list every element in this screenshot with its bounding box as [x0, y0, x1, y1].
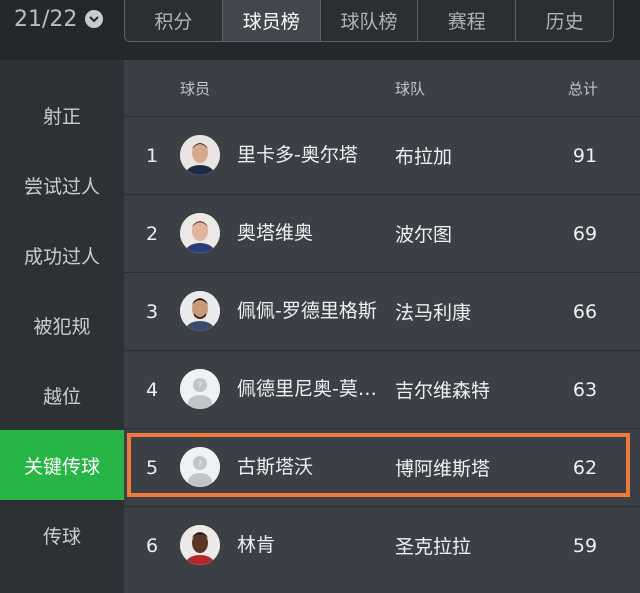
player-name: 古斯塔沃 — [237, 456, 314, 478]
total-value: 66 — [572, 300, 598, 323]
player-avatar — [180, 135, 220, 175]
stat-category-sidebar: 射正 尝试过人 成功过人 被犯规 越位 关键传球 传球 — [0, 60, 124, 593]
total-value: 63 — [572, 378, 598, 401]
rank: 3 — [146, 300, 159, 323]
tab-team-rankings[interactable]: 球队榜 — [321, 0, 419, 41]
sidebar-item-dribbles-completed[interactable]: 成功过人 — [0, 220, 124, 290]
player-ranking-table: 球员 球队 总计 1 里卡多-奥尔塔 布拉加 91 2 奥塔维奥 波尔图 69 … — [124, 60, 640, 593]
player-avatar — [180, 525, 220, 565]
player-name: 佩佩-罗德里格斯 — [237, 300, 377, 322]
rank: 6 — [146, 534, 159, 557]
table-row[interactable]: 5 ? 古斯塔沃 博阿维斯塔 62 — [124, 428, 640, 506]
team-name: 博阿维斯塔 — [395, 458, 491, 480]
table-row[interactable]: 1 里卡多-奥尔塔 布拉加 91 — [124, 116, 640, 194]
total-value: 91 — [572, 144, 598, 167]
sidebar-item-key-passes[interactable]: 关键传球 — [0, 430, 124, 500]
sidebar-item-shots-on-target[interactable]: 射正 — [0, 80, 124, 150]
tab-schedule[interactable]: 赛程 — [418, 0, 517, 41]
tab-standings[interactable]: 积分 — [125, 0, 223, 41]
avatar-placeholder-icon: ? — [180, 369, 220, 409]
tab-player-rankings[interactable]: 球员榜 — [222, 0, 321, 41]
column-header-team: 球队 — [395, 80, 426, 98]
player-name: 林肯 — [237, 534, 276, 556]
sidebar-item-passes[interactable]: 传球 — [0, 500, 124, 570]
sidebar-item-dribbles-attempted[interactable]: 尝试过人 — [0, 150, 124, 220]
season-selector[interactable]: 21/22 — [14, 4, 104, 34]
rank: 5 — [146, 456, 159, 479]
tab-history[interactable]: 历史 — [516, 0, 613, 41]
player-name: 奥塔维奥 — [237, 222, 314, 244]
table-row[interactable]: 3 佩佩-罗德里格斯 法马利康 66 — [124, 272, 640, 350]
player-avatar — [180, 213, 220, 253]
chevron-down-icon — [85, 10, 104, 28]
player-name: 佩德里尼奥-莫… — [237, 378, 377, 400]
tab-bar: 积分 球员榜 球队榜 赛程 历史 — [124, 0, 614, 42]
svg-text:?: ? — [198, 459, 202, 468]
team-name: 布拉加 — [395, 146, 453, 168]
player-name: 里卡多-奥尔塔 — [237, 144, 358, 166]
table-row[interactable]: 4 ? 佩德里尼奥-莫… 吉尔维森特 63 — [124, 350, 640, 428]
team-name: 波尔图 — [395, 224, 453, 246]
table-row[interactable]: 6 林肯 圣克拉拉 59 — [124, 506, 640, 584]
table-header: 球员 球队 总计 — [124, 60, 640, 116]
table-row[interactable]: 2 奥塔维奥 波尔图 69 — [124, 194, 640, 272]
column-header-total: 总计 — [568, 80, 599, 98]
avatar-placeholder-icon: ? — [180, 447, 220, 487]
rank: 1 — [146, 144, 159, 167]
sidebar-item-offsides[interactable]: 越位 — [0, 360, 124, 430]
team-name: 法马利康 — [395, 302, 472, 324]
season-label: 21/22 — [14, 6, 78, 32]
player-avatar — [180, 291, 220, 331]
column-header-player: 球员 — [180, 80, 211, 98]
team-name: 圣克拉拉 — [395, 536, 472, 558]
total-value: 59 — [572, 534, 598, 557]
team-name: 吉尔维森特 — [395, 380, 491, 402]
total-value: 62 — [572, 456, 598, 479]
rank: 4 — [146, 378, 159, 401]
top-bar: 21/22 积分 球员榜 球队榜 赛程 历史 — [0, 0, 640, 60]
rank: 2 — [146, 222, 159, 245]
total-value: 69 — [572, 222, 598, 245]
sidebar-item-fouled[interactable]: 被犯规 — [0, 290, 124, 360]
svg-text:?: ? — [198, 381, 202, 390]
